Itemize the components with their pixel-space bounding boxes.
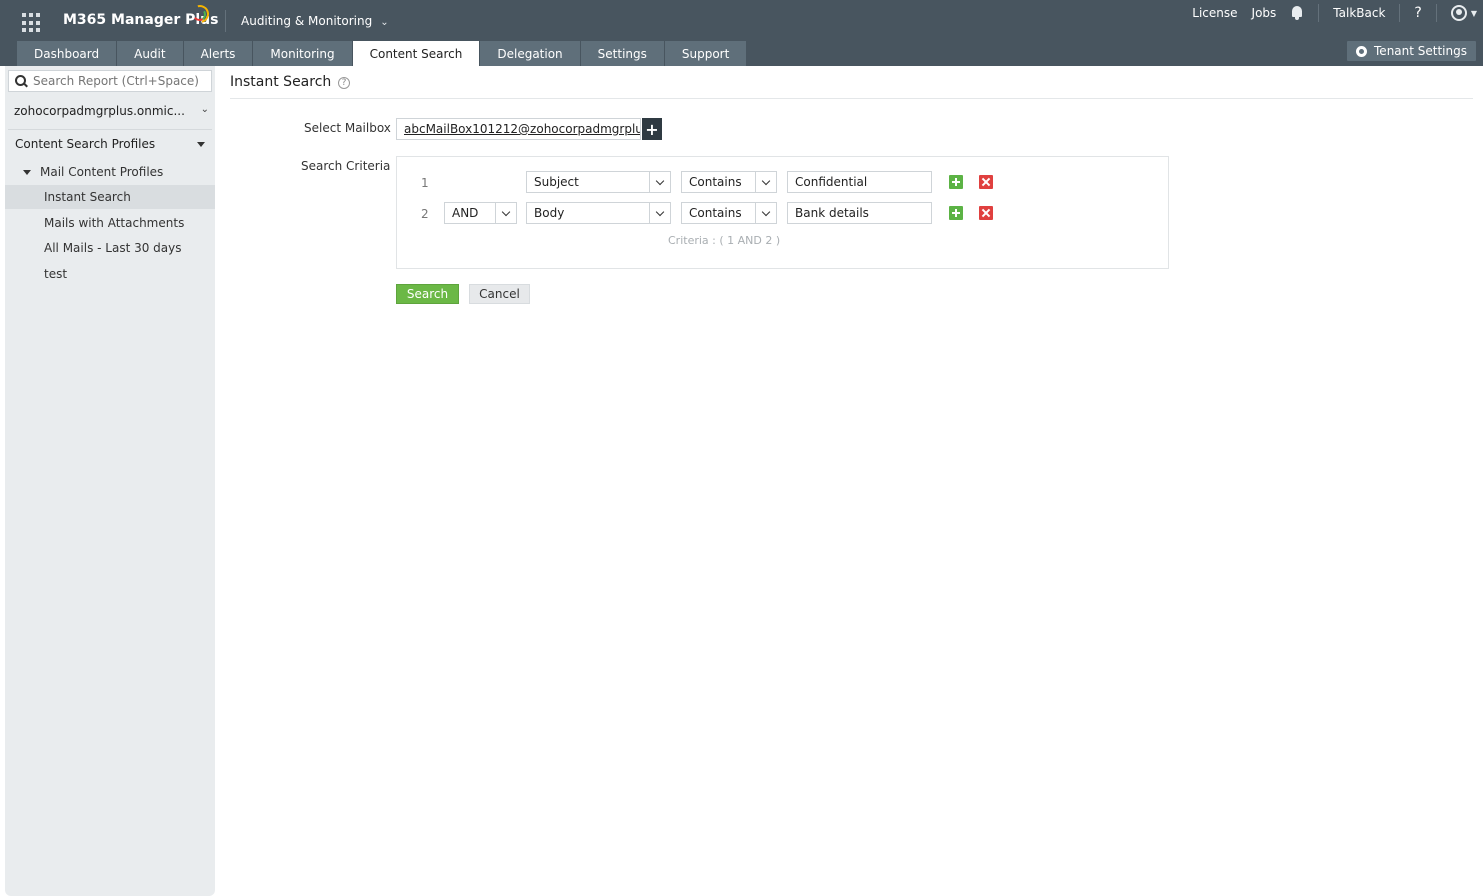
tab-dashboard[interactable]: Dashboard	[17, 41, 118, 66]
delete-icon[interactable]	[979, 206, 993, 220]
chevron-down-icon	[495, 203, 516, 223]
page-title: Instant Search	[230, 74, 332, 90]
criteria-row-number: 2	[421, 207, 429, 221]
bell-icon[interactable]	[1290, 5, 1304, 21]
tenant-settings-label: Tenant Settings	[1374, 44, 1467, 58]
tab-support[interactable]: Support	[664, 41, 748, 66]
tab-audit[interactable]: Audit	[117, 41, 184, 66]
chevron-down-icon	[755, 172, 776, 192]
caret-down-icon	[23, 169, 31, 175]
condition-select-value: Contains	[689, 206, 742, 220]
header-separator	[1435, 4, 1437, 22]
mailbox-field[interactable]: abcMailBox101212@zohocorpadmgrplus....	[396, 118, 641, 140]
gear-icon	[1356, 45, 1368, 57]
field-select-value: Subject	[534, 175, 579, 189]
condition-select[interactable]: Contains	[681, 202, 777, 224]
criteria-row-number: 1	[421, 176, 429, 190]
chevron-down-icon: ⌄	[200, 104, 209, 115]
sidebar-item-test[interactable]: test	[5, 262, 215, 286]
help-icon[interactable]: ?	[338, 77, 350, 89]
field-select[interactable]: Body	[526, 202, 671, 224]
chevron-down-icon	[755, 203, 776, 223]
chevron-down-icon	[649, 172, 670, 192]
jobs-link[interactable]: Jobs	[1252, 6, 1277, 20]
search-icon	[15, 75, 27, 87]
help-link[interactable]: ?	[1414, 5, 1421, 21]
plus-icon[interactable]: +	[642, 118, 662, 140]
report-search[interactable]	[8, 70, 212, 92]
tab-settings[interactable]: Settings	[580, 41, 665, 66]
tenant-settings-button[interactable]: Tenant Settings	[1347, 41, 1476, 61]
delete-icon[interactable]	[979, 175, 993, 189]
tab-delegation[interactable]: Delegation	[480, 41, 581, 66]
criteria-value-input[interactable]: Confidential	[787, 171, 932, 193]
sidebar-divider	[8, 129, 212, 130]
sidebar-item-instant-search[interactable]: Instant Search	[5, 185, 215, 209]
section-label: Content Search Profiles	[15, 137, 156, 151]
sidebar: zohocorpadmgrplus.onmic... ⌄ Content Sea…	[5, 66, 215, 896]
group-label: Mail Content Profiles	[40, 165, 164, 179]
title-divider	[230, 98, 1473, 99]
chevron-down-icon	[649, 203, 670, 223]
report-search-input[interactable]	[33, 74, 203, 88]
select-mailbox-label: Select Mailbox	[304, 121, 391, 135]
sidebar-group-mail-content-profiles[interactable]: Mail Content Profiles	[23, 165, 163, 179]
condition-select-value: Contains	[689, 175, 742, 189]
header-separator	[1399, 4, 1401, 22]
main-nav-tabs: Dashboard Audit Alerts Monitoring Conten…	[17, 41, 748, 66]
top-links: License Jobs TalkBack ? ▼	[1192, 4, 1483, 22]
module-label: Auditing & Monitoring	[241, 14, 373, 28]
license-link[interactable]: License	[1192, 6, 1237, 20]
talkback-link[interactable]: TalkBack	[1333, 6, 1385, 20]
chevron-down-icon: ⌄	[380, 17, 389, 28]
tab-alerts[interactable]: Alerts	[183, 41, 254, 66]
sidebar-item-mails-with-attachments[interactable]: Mails with Attachments	[5, 211, 215, 235]
cancel-button[interactable]: Cancel	[469, 284, 530, 304]
app-grid-icon[interactable]	[22, 13, 42, 33]
operator-select[interactable]: AND	[444, 202, 517, 224]
search-button[interactable]: Search	[396, 284, 459, 304]
tenant-name: zohocorpadmgrplus.onmic...	[14, 104, 185, 118]
criteria-value-input[interactable]: Bank details	[787, 202, 932, 224]
header-separator	[1318, 4, 1320, 22]
caret-down-icon[interactable]: ▼	[1471, 9, 1477, 18]
add-icon[interactable]	[949, 206, 963, 220]
condition-select[interactable]: Contains	[681, 171, 777, 193]
field-select-value: Body	[534, 206, 565, 220]
tenant-dropdown[interactable]: zohocorpadmgrplus.onmic... ⌄	[14, 104, 209, 118]
field-select[interactable]: Subject	[526, 171, 671, 193]
tab-content-search[interactable]: Content Search	[352, 41, 481, 66]
criteria-summary: Criteria : ( 1 AND 2 )	[668, 234, 781, 247]
operator-select-value: AND	[452, 206, 479, 220]
top-header: M365 Manager Plus Auditing & Monitoring ⌄…	[0, 0, 1483, 66]
sidebar-item-all-mails-last-30-days[interactable]: All Mails - Last 30 days	[5, 236, 215, 260]
search-criteria-label: Search Criteria	[301, 159, 391, 173]
sidebar-section-content-search-profiles[interactable]: Content Search Profiles	[15, 137, 205, 151]
module-switcher[interactable]: Auditing & Monitoring ⌄	[241, 14, 389, 28]
header-divider	[225, 10, 226, 32]
user-icon[interactable]	[1450, 5, 1467, 21]
add-icon[interactable]	[949, 175, 963, 189]
caret-down-icon	[197, 142, 205, 147]
tab-monitoring[interactable]: Monitoring	[253, 41, 353, 66]
